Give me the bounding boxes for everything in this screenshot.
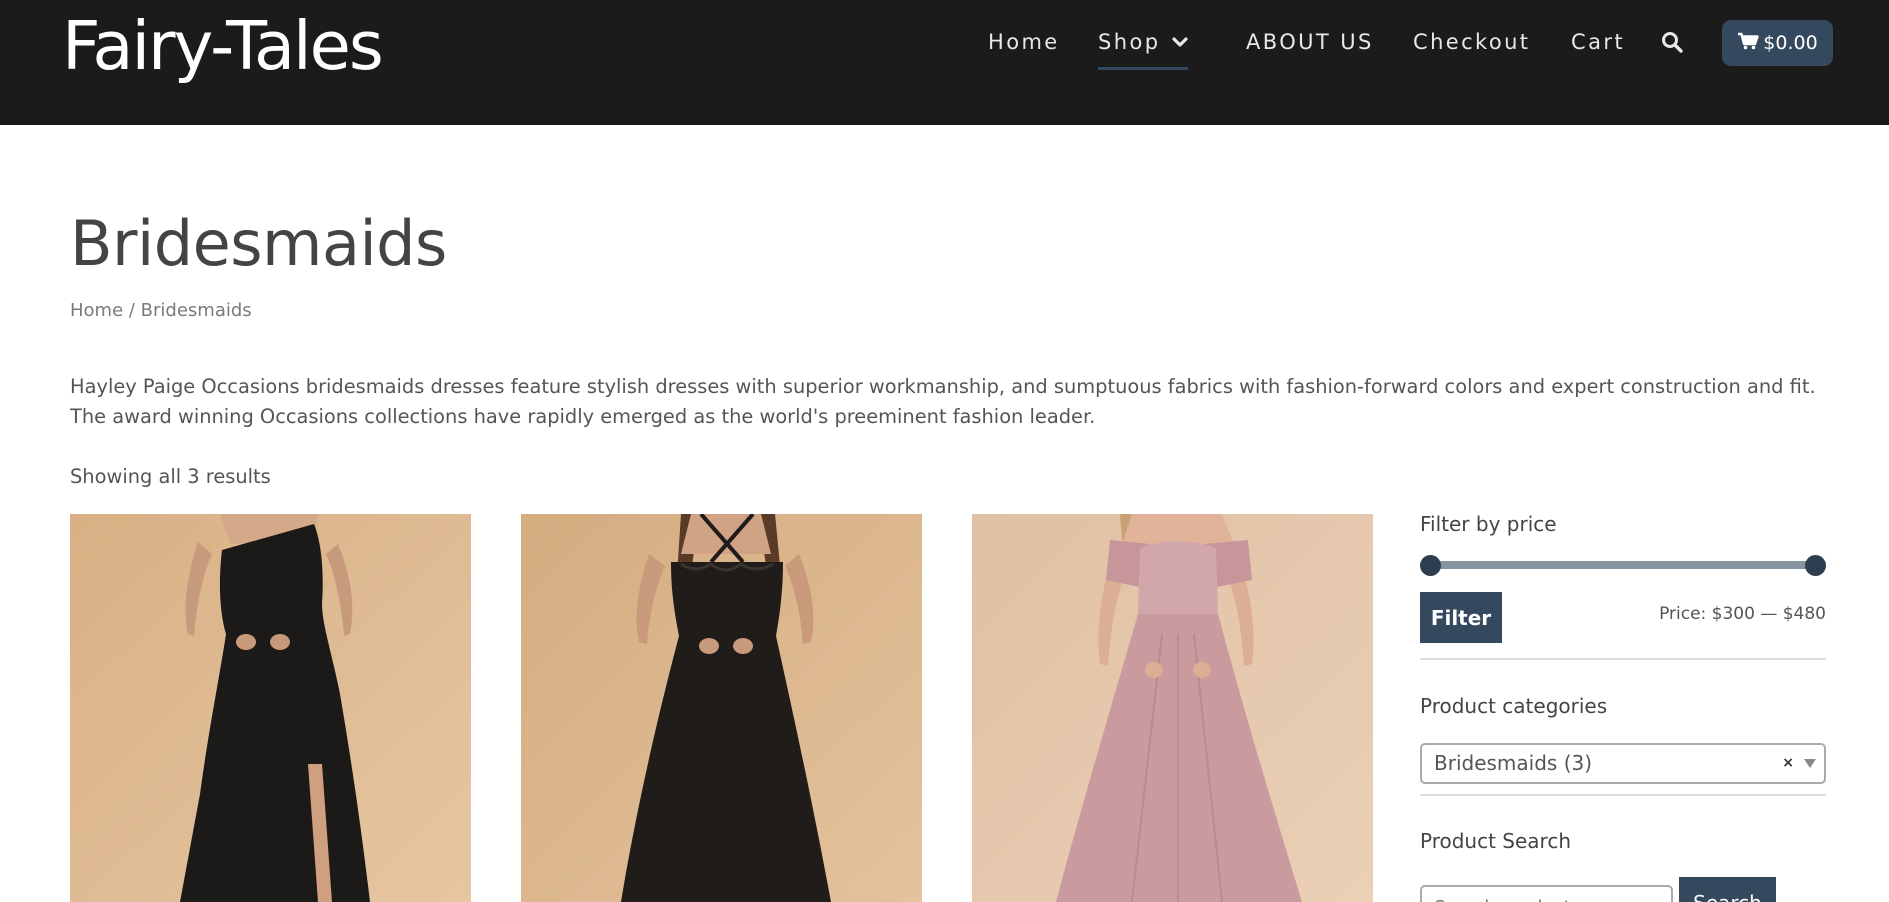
product-search-button[interactable]: Search xyxy=(1679,877,1776,902)
nav-shop[interactable]: Shop xyxy=(1098,25,1189,70)
category-selected-value: Bridesmaids (3) xyxy=(1434,751,1593,775)
cart-total-button[interactable]: $0.00 xyxy=(1722,20,1833,66)
price-range-label: Price: $300 — $480 xyxy=(1659,604,1826,624)
product-categories-title: Product categories xyxy=(1420,694,1608,718)
breadcrumb-separator: / xyxy=(123,300,141,321)
clear-icon[interactable]: × xyxy=(1782,745,1794,782)
nav-home[interactable]: Home xyxy=(988,26,1060,62)
breadcrumb-current: Bridesmaids xyxy=(140,300,252,321)
product-search-input[interactable] xyxy=(1420,885,1673,902)
product-search-title: Product Search xyxy=(1420,829,1572,853)
product-image[interactable] xyxy=(70,514,471,902)
product-image[interactable] xyxy=(521,514,922,902)
page-title: Bridesmaids xyxy=(70,207,447,280)
product-card[interactable] xyxy=(521,514,922,902)
price-slider-min-handle[interactable] xyxy=(1420,555,1441,576)
cart-total: $0.00 xyxy=(1763,32,1818,54)
main-nav: Home Shop ABOUT US Checkout Cart xyxy=(0,25,1889,70)
nav-about-us[interactable]: ABOUT US xyxy=(1246,26,1374,62)
widget-divider xyxy=(1420,794,1826,796)
filter-by-price-title: Filter by price xyxy=(1420,512,1557,536)
breadcrumb-home[interactable]: Home xyxy=(70,300,123,321)
product-card[interactable] xyxy=(70,514,471,902)
shopping-cart-icon xyxy=(1737,32,1759,55)
chevron-down-icon xyxy=(1172,25,1189,57)
category-description: Hayley Paige Occasions bridesmaids dress… xyxy=(70,375,1816,428)
result-count: Showing all 3 results xyxy=(70,465,271,488)
dropdown-arrow-icon[interactable] xyxy=(1804,759,1816,768)
nav-shop-label: Shop xyxy=(1098,30,1161,54)
breadcrumb: Home / Bridesmaids xyxy=(70,300,252,321)
product-image[interactable] xyxy=(972,514,1373,902)
price-slider-max-handle[interactable] xyxy=(1805,555,1826,576)
filter-button[interactable]: Filter xyxy=(1420,592,1502,643)
nav-checkout[interactable]: Checkout xyxy=(1413,26,1530,62)
price-slider-track[interactable] xyxy=(1430,561,1816,569)
search-icon[interactable] xyxy=(1660,30,1686,56)
product-card[interactable] xyxy=(972,514,1373,902)
nav-cart[interactable]: Cart xyxy=(1571,26,1625,62)
widget-divider xyxy=(1420,658,1826,660)
category-select[interactable]: Bridesmaids (3) × xyxy=(1420,743,1826,784)
site-header: Fairy-Tales Home Shop ABOUT US Checkout … xyxy=(0,0,1889,125)
